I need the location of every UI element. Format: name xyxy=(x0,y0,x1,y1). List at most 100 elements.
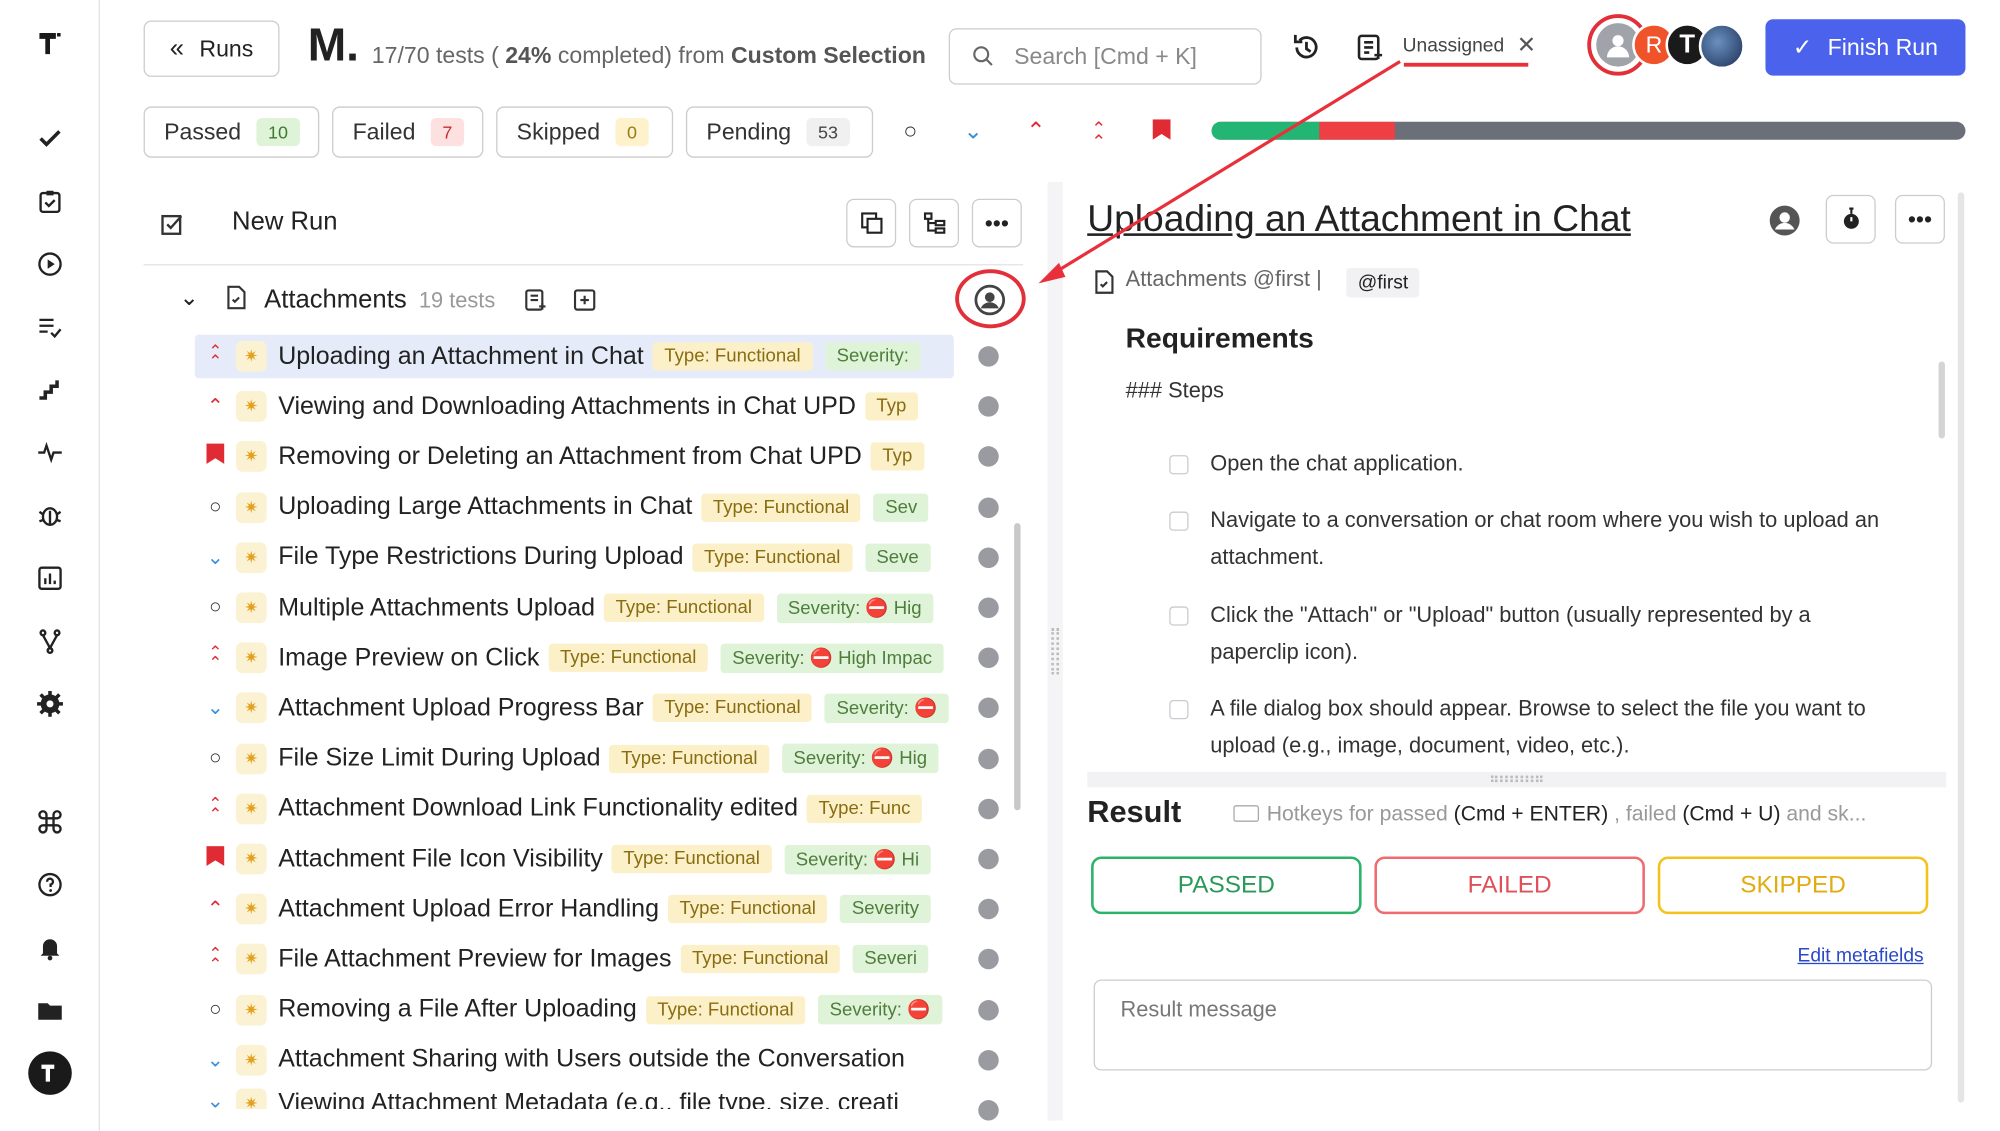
test-row[interactable]: ⌃ ⌃ ✷ Attachment Download Link Functionalit… xyxy=(195,787,954,831)
suite-assign-icon[interactable] xyxy=(523,287,549,319)
list-check-icon[interactable] xyxy=(32,309,68,345)
priority-low-icon: ⌄ xyxy=(206,1091,224,1110)
test-row[interactable]: ○ ✷ Uploading Large Attachments in Chat Typ… xyxy=(195,485,954,529)
test-status-dot[interactable] xyxy=(978,798,999,820)
analytics-icon[interactable] xyxy=(32,560,68,596)
test-row[interactable]: ✷ Removing or Deleting an Attachment from… xyxy=(195,435,954,479)
test-row[interactable]: ⌄ ✷ Attachment Sharing with Users outside … xyxy=(195,1038,954,1082)
test-status-dot[interactable] xyxy=(978,999,999,1021)
step-checkbox[interactable] xyxy=(1169,700,1189,720)
resize-grip[interactable] xyxy=(1491,775,1543,783)
timer-reset-icon[interactable] xyxy=(1290,31,1323,71)
detail-tag[interactable]: @first xyxy=(1346,267,1420,298)
test-status-dot[interactable] xyxy=(978,496,999,518)
help-icon[interactable] xyxy=(32,867,68,903)
test-row[interactable]: ✷ Attachment File Icon Visibility Type: Fu… xyxy=(195,837,954,881)
avatar-photo[interactable] xyxy=(1698,23,1745,70)
priority-critical-icon[interactable] xyxy=(1152,119,1171,140)
test-row[interactable]: ⌃ ⌃ ✷ Image Preview on Click Type: Functiona… xyxy=(195,636,954,680)
test-status-dot[interactable] xyxy=(978,1100,999,1121)
test-row[interactable]: ⌃ ⌃ ✷ File Attachment Preview for Images Typ… xyxy=(195,938,954,982)
collapse-chevron-icon[interactable]: ⌄ xyxy=(179,285,198,312)
skipped-result-button[interactable]: SKIPPED xyxy=(1657,856,1929,915)
test-status-dot[interactable] xyxy=(978,1049,999,1071)
test-status-dot[interactable] xyxy=(978,848,999,870)
test-row[interactable]: ⌃ ✷ Attachment Upload Error Handling Type: … xyxy=(195,887,954,931)
test-title: Viewing and Downloading Attachments in C… xyxy=(278,391,856,421)
detail-scrollbar[interactable] xyxy=(1957,192,1965,1103)
step-checkbox[interactable] xyxy=(1169,606,1189,626)
type-tag: Type: Functional xyxy=(652,694,813,723)
test-row[interactable]: ⌃ ⌃ ✷ Uploading an Attachment in Chat Type: … xyxy=(194,334,954,379)
test-row[interactable]: ○ ✷ Removing a File After Uploading Type: F… xyxy=(195,988,954,1032)
test-status-dot[interactable] xyxy=(978,898,999,920)
test-row[interactable]: ○ ✷ Multiple Attachments Upload Type: Funct… xyxy=(195,586,954,630)
search-input[interactable]: Search [Cmd + K] xyxy=(948,28,1262,85)
priority-important-icon[interactable]: ⌃ ⌃ xyxy=(1085,119,1113,150)
folder-icon[interactable] xyxy=(32,992,68,1028)
pulse-icon[interactable] xyxy=(32,435,68,471)
assignee-label[interactable]: Unassigned xyxy=(1403,35,1505,57)
priority-normal-icon: ○ xyxy=(209,495,222,518)
filter-pending[interactable]: Pending 53 xyxy=(685,106,874,158)
test-status-dot[interactable] xyxy=(978,396,999,417)
command-icon[interactable] xyxy=(32,804,68,840)
priority-high-icon: ⌃ xyxy=(206,898,224,921)
app-logo-icon[interactable] xyxy=(32,26,68,62)
play-circle-icon[interactable] xyxy=(32,246,68,282)
tree-view-button[interactable] xyxy=(909,198,960,248)
test-row[interactable]: ⌄ ✷ File Type Restrictions During Upload Ty… xyxy=(195,536,954,580)
suite-header[interactable]: Attachments 19 tests xyxy=(264,286,495,315)
timer-button[interactable] xyxy=(1825,194,1876,244)
test-row[interactable]: ○ ✷ File Size Limit During Upload Type: Fun… xyxy=(195,737,954,781)
test-status-dot[interactable] xyxy=(978,697,999,719)
passed-result-button[interactable]: PASSED xyxy=(1091,856,1362,915)
more-options-button[interactable]: ••• xyxy=(971,198,1022,248)
test-status-dot[interactable] xyxy=(978,597,999,618)
test-status-dot[interactable] xyxy=(978,949,999,970)
suite-add-icon[interactable] xyxy=(572,287,598,319)
test-row[interactable]: ⌃ ✷ Viewing and Downloading Attachments in… xyxy=(195,385,954,429)
priority-normal-icon[interactable]: ○ xyxy=(896,118,924,145)
user-avatar[interactable] xyxy=(28,1051,72,1095)
settings-gear-icon[interactable] xyxy=(32,686,68,722)
assign-user-icon[interactable] xyxy=(1767,203,1803,245)
description-scrollbar[interactable] xyxy=(1938,361,1945,439)
priority-high-icon[interactable]: ⌃ xyxy=(1022,118,1050,145)
failed-result-button[interactable]: FAILED xyxy=(1374,856,1645,915)
filter-passed[interactable]: Passed 10 xyxy=(143,106,320,158)
filter-skipped[interactable]: Skipped 0 xyxy=(496,106,674,158)
test-status-dot[interactable] xyxy=(978,748,999,769)
finish-run-button[interactable]: ✓ Finish Run xyxy=(1765,19,1966,76)
detail-more-button[interactable]: ••• xyxy=(1894,194,1945,244)
test-status-dot[interactable] xyxy=(978,346,999,367)
step-checkbox[interactable] xyxy=(1169,511,1189,531)
run-title[interactable]: M. xyxy=(308,18,359,72)
splitter-grip[interactable] xyxy=(1051,628,1060,675)
steps-icon[interactable] xyxy=(32,372,68,408)
edit-metafields-link[interactable]: Edit metafields xyxy=(1798,945,1924,967)
list-scrollbar[interactable] xyxy=(1014,523,1021,811)
filter-failed[interactable]: Failed 7 xyxy=(332,106,484,158)
checkmark-icon[interactable] xyxy=(32,121,68,157)
assign-list-icon[interactable] xyxy=(1355,32,1386,69)
detail-suite-crumb[interactable]: Attachments @first | xyxy=(1126,267,1322,293)
test-status-dot[interactable] xyxy=(978,547,999,568)
test-status-dot[interactable] xyxy=(978,446,999,468)
result-message-textarea[interactable]: Result message xyxy=(1093,979,1933,1071)
copy-button[interactable] xyxy=(846,198,897,248)
bell-icon[interactable] xyxy=(32,930,68,966)
branch-icon[interactable] xyxy=(32,623,68,659)
test-row[interactable]: ⌄ ✷ Attachment Upload Progress Bar Type: Fu… xyxy=(195,686,954,730)
step-checkbox[interactable] xyxy=(1169,455,1189,475)
test-row[interactable]: ⌄ ✷ Viewing Attachment Metadata (e.g., fil… xyxy=(195,1088,954,1110)
test-status-dot[interactable] xyxy=(978,647,999,669)
priority-low-icon[interactable]: ⌄ xyxy=(959,118,987,145)
run-edit-icon[interactable] xyxy=(159,210,187,245)
clipboard-check-icon[interactable] xyxy=(32,183,68,219)
test-title[interactable]: Uploading an Attachment in Chat xyxy=(1087,199,1631,241)
runs-back-button[interactable]: « Runs xyxy=(143,20,280,77)
suite-assign-user-icon[interactable] xyxy=(973,283,1006,323)
bug-icon[interactable] xyxy=(32,497,68,533)
clear-assignee-icon[interactable]: ✕ xyxy=(1517,32,1536,59)
